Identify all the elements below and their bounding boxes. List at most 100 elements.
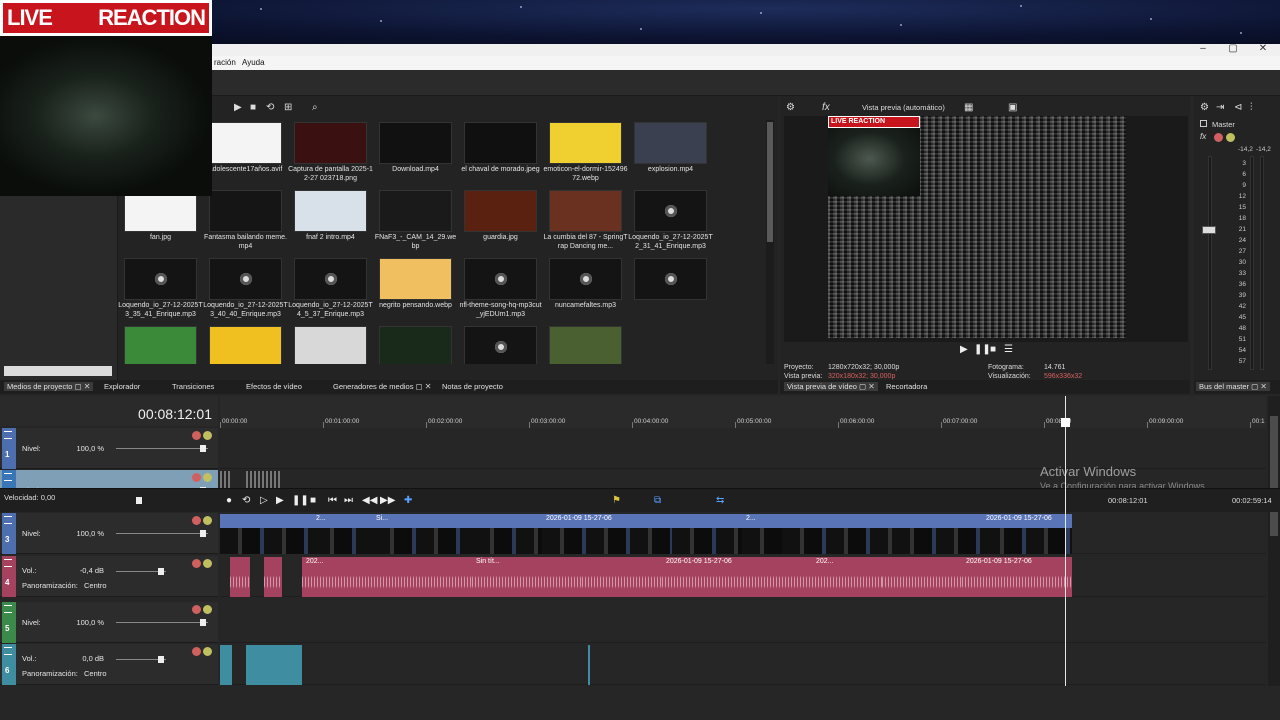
media-tile[interactable]: Loquendo_io_27-12-2025T3_40_40_Enrique.m…	[203, 256, 288, 324]
audio-clip[interactable]	[362, 557, 472, 597]
automation-icon[interactable]	[1226, 133, 1235, 142]
media-tile[interactable]: Fantasma bailando meme.mp4	[203, 188, 288, 256]
edit-tool-icon[interactable]: ✚	[404, 495, 412, 506]
media-tile[interactable]: el chaval de morado.jpeg	[458, 120, 543, 188]
media-tree-scrollbar[interactable]	[4, 366, 112, 376]
loop-icon[interactable]: ⟲	[242, 495, 250, 506]
menu-options[interactable]: ración	[214, 58, 236, 67]
media-tile[interactable]: FNaF3_-_CAM_14_29.webp	[373, 188, 458, 256]
mute-icon[interactable]: ⊲	[1234, 102, 1242, 113]
track-level-knob[interactable]	[200, 530, 206, 537]
track-fx-icons[interactable]	[190, 516, 212, 527]
snap-icon[interactable]: ⧉	[654, 495, 661, 506]
track-lane-1[interactable]	[220, 428, 1266, 469]
zoom-icon[interactable]: ⌕	[312, 102, 318, 113]
media-tile[interactable]: guardia.jpg	[458, 188, 543, 256]
video-clip[interactable]	[246, 645, 302, 685]
track-level-knob[interactable]	[158, 568, 164, 575]
master-fader-knob[interactable]	[1202, 226, 1216, 234]
preview-quality-dropdown[interactable]: Vista previa (automático)	[862, 103, 945, 112]
media-tile[interactable]	[373, 324, 458, 364]
media-tile[interactable]: emoticon-el-dormir-15249672.webp	[543, 120, 628, 188]
menu-icon[interactable]: ☰	[1004, 344, 1013, 355]
record-icon[interactable]	[1214, 133, 1223, 142]
track-menu-icon[interactable]	[4, 516, 12, 524]
gear-icon[interactable]: ⚙	[1200, 102, 1209, 113]
video-clip[interactable]	[672, 514, 742, 554]
save-snapshot-icon[interactable]: ▣	[1008, 102, 1017, 113]
minimize-button[interactable]: –	[1188, 44, 1218, 56]
track-menu-icon[interactable]	[4, 473, 12, 481]
video-clip[interactable]	[588, 645, 590, 685]
audio-clip[interactable]: 202...	[812, 557, 882, 597]
timeline-ruler[interactable]: 00:00:00 00:01:00:00 00:02:00:00 00:03:00:0…	[220, 396, 1266, 428]
media-tile[interactable]: La cumbia del 87 - SpringTrap Dancing me…	[543, 188, 628, 256]
track-level-slider[interactable]	[116, 533, 208, 534]
menu-help[interactable]: Ayuda	[242, 58, 265, 67]
media-tile[interactable]: Captura de pantalla 2025-12-27 023718.pn…	[288, 120, 373, 188]
stop-icon[interactable]: ■	[310, 495, 316, 506]
audio-clip[interactable]	[230, 557, 250, 597]
timeline-vertical-scrollbar[interactable]	[1268, 396, 1280, 686]
audio-clip[interactable]	[882, 557, 962, 597]
media-tile[interactable]: fnaf 2 intro.mp4	[288, 188, 373, 256]
tab-master-bus[interactable]: Bus del master ▢ ✕	[1196, 382, 1270, 391]
close-button[interactable]: ✕	[1248, 44, 1278, 56]
track-lane-6[interactable]	[220, 644, 1266, 685]
play-icon[interactable]: ▶	[234, 102, 242, 113]
video-clip[interactable]	[892, 514, 982, 554]
tab-explorer[interactable]: Explorador	[104, 382, 140, 391]
master-checkbox[interactable]	[1200, 120, 1207, 127]
video-clip[interactable]	[220, 645, 232, 685]
play-icon[interactable]: ▶	[276, 495, 284, 506]
tab-transitions[interactable]: Transiciones	[172, 382, 214, 391]
audio-clip[interactable]	[582, 557, 662, 597]
pan-value[interactable]: Centro	[84, 581, 107, 590]
media-tile[interactable]	[288, 324, 373, 364]
track-menu-icon[interactable]	[4, 647, 12, 655]
track-fx-icons[interactable]	[190, 431, 212, 442]
media-tile[interactable]: explosion.mp4	[628, 120, 713, 188]
media-scrollbar[interactable]	[766, 120, 774, 364]
media-tile[interactable]	[458, 324, 543, 364]
tab-video-preview[interactable]: Vista previa de vídeo ▢ ✕	[784, 382, 878, 391]
marker-icon[interactable]: ⚑	[612, 495, 621, 506]
loop-icon[interactable]: ⟲	[266, 102, 274, 113]
pause-icon[interactable]: ❚❚	[292, 495, 309, 506]
fx-icon[interactable]: fx	[822, 102, 830, 113]
track-fx-icons[interactable]	[190, 473, 212, 484]
audio-clip[interactable]: 202...	[302, 557, 362, 597]
record-icon[interactable]: ●	[226, 495, 232, 506]
video-clip[interactable]	[220, 514, 312, 554]
track-menu-icon[interactable]	[4, 431, 12, 439]
video-clip[interactable]	[782, 514, 892, 554]
gear-icon[interactable]: ⚙	[786, 102, 795, 113]
play-icon[interactable]: ▶	[960, 344, 968, 355]
rate-slider-knob[interactable]	[136, 497, 142, 504]
video-clip[interactable]: 2...	[742, 514, 782, 554]
video-clip[interactable]: Si...	[372, 514, 472, 554]
fx-icon[interactable]: fx	[1200, 132, 1206, 141]
track-lane-3[interactable]: 2... Si... 2026-01-09 15-27-06 2... 2026-01-…	[220, 513, 1266, 554]
video-clip[interactable]: 2026-01-09 15-27-06	[542, 514, 672, 554]
stop-icon[interactable]: ■	[250, 102, 256, 113]
track-fx-icons[interactable]	[190, 605, 212, 616]
auto-ripple-icon[interactable]: ⇆	[716, 495, 724, 506]
tab-video-fx[interactable]: Efectos de vídeo	[246, 382, 302, 391]
track-menu-icon[interactable]	[4, 605, 12, 613]
media-tile[interactable]: fan.jpg	[118, 188, 203, 256]
video-clip[interactable]: 2...	[312, 514, 372, 554]
levels-icon[interactable]: ⫶	[1250, 102, 1253, 113]
track-header-1[interactable]: 1 Nivel: 100,0 %	[0, 428, 218, 469]
media-tile[interactable]: negrito pensando.webp	[373, 256, 458, 324]
media-tile[interactable]	[118, 324, 203, 364]
track-fx-icons[interactable]	[190, 647, 212, 658]
audio-clip[interactable]: 2026-01-09 15-27-06	[662, 557, 812, 597]
audio-clip[interactable]: Sin tít...	[472, 557, 582, 597]
media-tile[interactable]: nuncamefaltes.mp3	[543, 256, 628, 324]
pause-icon[interactable]: ❚❚	[974, 344, 991, 355]
prev-frame-icon[interactable]: ◀◀	[362, 495, 377, 506]
track-header-6[interactable]: 6 Vol.: 0,0 dB Panoramización: Centro	[0, 644, 218, 685]
next-frame-icon[interactable]: ▶▶	[380, 495, 395, 506]
video-clip[interactable]: 2026-01-09 15-27-06	[982, 514, 1072, 554]
